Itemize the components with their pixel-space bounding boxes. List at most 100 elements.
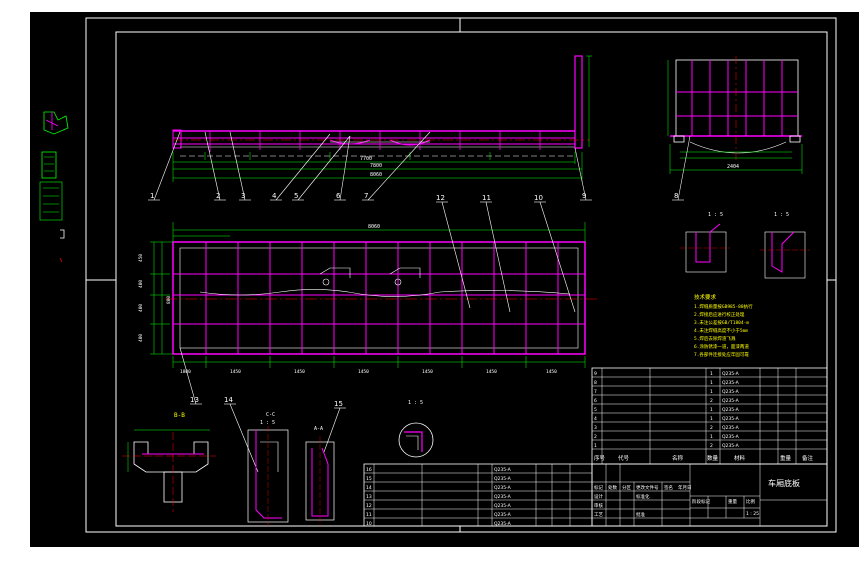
title-cell-mark: 标记: [594, 484, 603, 491]
bom-right-cell-r2-c3: 1: [710, 389, 713, 395]
section-cc-scale: 1 : 5: [260, 420, 275, 426]
dim-plan-seg-4: 1450: [358, 369, 369, 375]
dim-plan-side-5: 800: [166, 296, 172, 304]
bom-left-cell-r3-c0: 13: [366, 494, 372, 500]
bom-left-cell-r3-c4: Q235-A: [494, 494, 512, 500]
bom-left-cell-r6-c4: Q235-A: [494, 521, 512, 527]
bom-left-cell-r6-c0: 10: [366, 521, 372, 527]
title-scale-value: 1 : 25: [746, 511, 759, 517]
bom-left-cell-r0-c0: 16: [366, 467, 372, 473]
bom-header-code: 代号: [618, 454, 630, 462]
dim-plan-seg-7: 1450: [546, 369, 557, 375]
bom-left-cell-r2-c0: 14: [366, 485, 372, 491]
bom-left-cell-r2-c4: Q235-A: [494, 485, 512, 491]
bom-right-cell-r7-c4: Q235-A: [722, 434, 740, 440]
dim-plan-side-3: 400: [138, 304, 144, 312]
dim-plan-side-2: 400: [138, 280, 144, 288]
bom-header-name: 名称: [672, 454, 684, 462]
bom-left-cell-r5-c0: 11: [366, 512, 372, 518]
dim-plan-side-4: 400: [138, 334, 144, 342]
dim-plan-seg-6: 1450: [486, 369, 497, 375]
bom-right-cell-r1-c3: 1: [710, 380, 713, 386]
balloon-2: 2: [216, 192, 220, 200]
balloon-5: 5: [294, 192, 298, 200]
bom-right-cell-r6-c4: Q235-A: [722, 425, 740, 431]
dim-plan-seg-2: 1450: [230, 369, 241, 375]
section-label-right-1: 1 : 5: [708, 212, 723, 218]
bom-right-cell-r3-c3: 2: [710, 398, 713, 404]
cad-drawing: 7700 7800 8060 2404 8060 1800 1450 1450 …: [39, 17, 837, 533]
balloon-15: 15: [334, 400, 343, 408]
bom-header-weight: 重量: [780, 454, 792, 462]
dim-end-width: 2404: [727, 164, 739, 170]
bom-right-cell-r7-c0: 2: [594, 434, 597, 440]
bom-header-remark: 备注: [802, 454, 814, 462]
title-block: 标记 处数 分区 更改文件号 签名 年月日 设计 标准化 审核 工艺 批准 阶段…: [591, 463, 828, 527]
tech-note-5: 5.焊后去除焊渣飞溅: [694, 335, 736, 342]
bom-right-rows: 9 1 Q235-A 8 1 Q235-A 7 1 Q235-A 6 2 Q235-A 5 1 Q235-A…: [594, 371, 740, 449]
balloon-1: 1: [150, 192, 154, 200]
bom-right-cell-r4-c3: 1: [710, 407, 713, 413]
bom-right-cell-r2-c0: 7: [594, 389, 597, 395]
bom-right-cell-r0-c4: Q235-A: [722, 371, 740, 377]
balloon-3: 3: [241, 192, 245, 200]
end-view: 2404: [667, 56, 803, 174]
bom-right-cell-r0-c0: 9: [594, 371, 597, 377]
section-bb-label: B-B: [174, 412, 185, 419]
balloon-7: 7: [364, 192, 368, 200]
title-cell-stage: 阶段标记: [692, 498, 710, 505]
bom-right-cell-r3-c0: 6: [594, 398, 597, 404]
bom-left-cell-r5-c4: Q235-A: [494, 512, 512, 518]
dim-top-2: 7800: [370, 163, 382, 169]
bom-right-headers: 序号 代号 名称 数量 材料 重量 备注: [594, 454, 814, 462]
bom-left-cell-r1-c0: 15: [366, 476, 372, 482]
balloon-13: 13: [190, 396, 199, 404]
bom-right-cell-r1-c4: Q235-A: [722, 380, 740, 386]
balloon-6: 6: [336, 192, 341, 200]
bom-header-no: 序号: [594, 454, 606, 462]
detail-circle: 1 : 5: [398, 400, 434, 458]
section-cc: C-C 1 : 5: [247, 412, 289, 526]
bom-right-cell-r8-c3: 2: [710, 443, 713, 449]
tech-note-7: 7.各部件连接处应牢固可靠: [694, 351, 749, 358]
part-balloons: [148, 131, 691, 473]
title-cell-design: 设计: [594, 493, 603, 500]
bom-right-cell-r4-c4: Q235-A: [722, 407, 740, 413]
bom-right-cell-r0-c3: 1: [710, 371, 713, 377]
dim-plan-seg-1: 1800: [180, 369, 191, 375]
tech-notes: 技术要求 1.焊缝质量按GB985-88执行 2.焊接后应进行校正处理 3.未注…: [694, 293, 753, 358]
title-cell-process: 工艺: [594, 512, 603, 518]
bom-header-material: 材料: [734, 454, 746, 462]
title-cell-date: 年月日: [678, 484, 692, 491]
cad-viewport[interactable]: 7700 7800 8060 2404 8060 1800 1450 1450 …: [30, 12, 859, 547]
detail-circle-label: 1 : 5: [408, 400, 423, 406]
dim-plan-overall: 8060: [368, 224, 380, 230]
bom-right-cell-r8-c0: 1: [594, 443, 597, 449]
dim-top-3: 8060: [370, 172, 382, 178]
tech-note-3: 3.未注公差按GB/T1804-m: [694, 319, 749, 326]
bom-right-cell-r5-c0: 4: [594, 416, 597, 422]
dim-top-1: 7700: [360, 156, 372, 162]
dim-plan-seg-5: 1450: [422, 369, 433, 375]
title-cell-change: 更改文件号: [636, 484, 659, 491]
section-detail-right-2: 1 : 5: [760, 212, 810, 279]
bom-left-cell-r4-c4: Q235-A: [494, 503, 512, 509]
section-bb: B-B: [122, 412, 216, 512]
balloon-14: 14: [224, 396, 233, 404]
bom-right-cell-r4-c0: 5: [594, 407, 597, 413]
bom-right-cell-r8-c4: Q235-A: [722, 443, 740, 449]
title-cell-approve: 批准: [636, 511, 645, 518]
tech-note-2: 2.焊接后应进行校正处理: [694, 311, 745, 318]
bom-right-cell-r6-c3: 2: [710, 425, 713, 431]
section-detail-right-1: 1 : 5: [680, 212, 730, 273]
section-aa-label: A-A: [314, 426, 323, 432]
balloon-11: 11: [482, 194, 491, 202]
bom-table-left: [363, 463, 593, 527]
bom-right-cell-r6-c0: 3: [594, 425, 597, 431]
tech-note-6: 6.涂防锈漆一道，面漆两道: [694, 343, 749, 350]
sheet-inner-border: [115, 31, 828, 527]
balloon-8: 8: [674, 192, 678, 200]
bom-left-cell-r4-c0: 12: [366, 503, 372, 509]
section-aa: A-A: [305, 426, 335, 526]
bom-right-cell-r5-c4: Q235-A: [722, 416, 740, 422]
